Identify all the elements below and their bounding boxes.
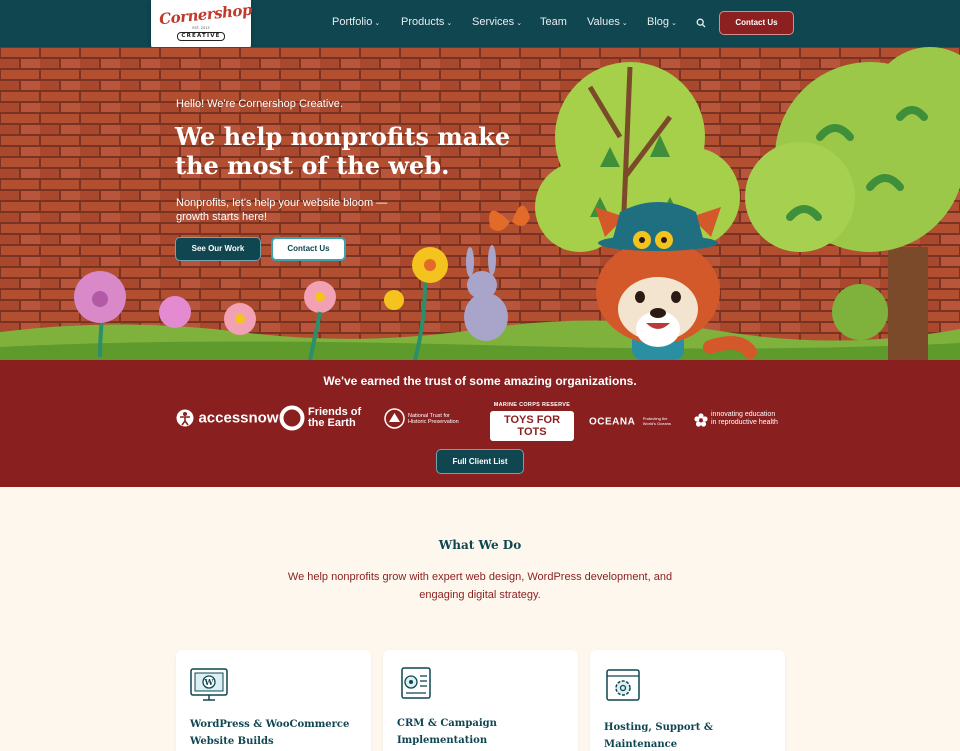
hero-contact-button[interactable]: Contact Us [271, 237, 346, 261]
nav-blog-label: Blog [647, 16, 670, 28]
nav-values[interactable]: Values ⌄ [587, 16, 628, 28]
hosting-gear-icon [606, 669, 640, 701]
tft-main: TOYS FOR TOTS [490, 411, 574, 441]
foe-circle-icon [279, 405, 305, 431]
cornershop-logo[interactable]: Cornershop EST. 2013 CREATIVE [151, 0, 253, 54]
nav-portfolio[interactable]: Portfolio ⌄ [332, 16, 380, 28]
service-card-label: WordPress & WooCommerce Website Builds [190, 719, 350, 747]
hero-title: We help nonprofits make the most of the … [175, 122, 511, 180]
hero-illustration [0, 47, 960, 360]
nav-team-label: Team [540, 16, 567, 28]
chevron-down-icon: ⌄ [621, 20, 628, 27]
chevron-down-icon: ⌄ [516, 20, 523, 27]
nav-services[interactable]: Services ⌄ [472, 16, 522, 28]
nav-services-label: Services [472, 16, 515, 28]
flower-icon [694, 413, 708, 427]
logo-sub: CREATIVE [177, 32, 225, 41]
logo-oceana: OCEANA Protecting the World's Oceans [589, 413, 679, 431]
service-card-wordpress[interactable]: W WordPress & WooCommerce Website Builds [176, 650, 371, 751]
svg-text:W: W [204, 677, 215, 687]
ie-line1: innovating education [711, 411, 776, 418]
see-our-work-button[interactable]: See Our Work [175, 237, 261, 261]
what-we-do-description: We help nonprofits grow with expert web … [287, 571, 673, 601]
chevron-down-icon: ⌄ [374, 20, 381, 27]
trust-title: We've earned the trust of some amazing o… [323, 374, 637, 388]
chevron-down-icon: ⌄ [671, 20, 677, 27]
service-card-crm[interactable]: CRM & Campaign Implementation [383, 650, 578, 751]
ie-line2: in reproductive health [711, 419, 778, 426]
what-we-do-title: What We Do [438, 538, 522, 552]
service-card-label: Hosting, Support & Maintenance [604, 722, 713, 750]
nav-values-label: Values [587, 16, 620, 28]
service-card-hosting[interactable]: Hosting, Support & Maintenance [590, 650, 785, 751]
logo-accessnow: accessnow [176, 409, 279, 427]
nav-portfolio-label: Portfolio [332, 16, 373, 28]
logo-toys-for-tots: MARINE CORPS RESERVE TOYS FOR TOTS [490, 402, 574, 441]
logo-est: EST. 2013 [192, 26, 210, 30]
nav-products[interactable]: Products ⌄ [401, 16, 452, 28]
full-client-list-button[interactable]: Full Client List [436, 449, 524, 474]
oceana-sub: Protecting the World's Oceans [642, 416, 671, 426]
hero-hello: Hello! We're Cornershop Creative. [176, 98, 343, 110]
crm-document-icon [401, 667, 431, 699]
nav-blog[interactable]: Blog ⌄ [647, 16, 677, 28]
service-card-label: CRM & Campaign Implementation [397, 718, 497, 746]
national-trust-icon [384, 408, 405, 429]
hero-subtitle: Nonprofits, let's help your website bloo… [176, 197, 388, 223]
tft-top: MARINE CORPS RESERVE [493, 402, 571, 408]
top-nav: Cornershop EST. 2013 CREATIVE Portfolio ⌄… [0, 0, 960, 54]
nav-team[interactable]: Team [540, 16, 567, 28]
accessnow-icon [176, 409, 194, 427]
wordpress-monitor-icon: W [190, 668, 228, 701]
search-icon[interactable] [696, 18, 706, 28]
nt-line2: Historic Preservation [408, 419, 459, 425]
logo-script: Cornershop [158, 0, 253, 29]
accessnow-text: accessnow [198, 409, 279, 427]
oceana-text: OCEANA [589, 416, 636, 428]
nav-products-label: Products [401, 16, 445, 28]
chevron-down-icon: ⌄ [446, 20, 453, 27]
nav-contact-button[interactable]: Contact Us [719, 11, 794, 35]
hero-section: Hello! We're Cornershop Creative. We hel… [0, 47, 960, 360]
foe-line2: the Earth [308, 417, 356, 429]
trust-section: We've earned the trust of some amazing o… [0, 360, 960, 487]
